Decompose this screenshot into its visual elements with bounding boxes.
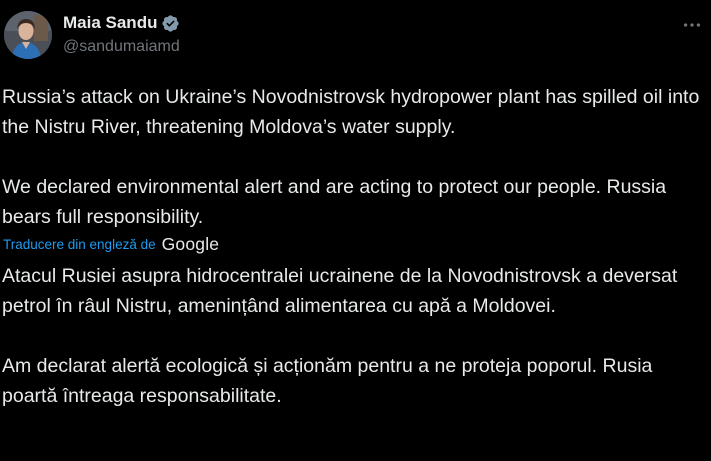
- profile-avatar[interactable]: [4, 11, 52, 59]
- author-name-row: Maia Sandu: [63, 11, 180, 35]
- more-options-icon[interactable]: [679, 12, 705, 38]
- translated-post-text: Atacul Rusiei asupra hidrocentralei ucra…: [2, 265, 678, 407]
- author-handle[interactable]: @sandumaiamd: [63, 38, 180, 56]
- google-logo: Google: [161, 233, 220, 254]
- post-container: Maia Sandu @sandumaiamd Russia’s attack …: [0, 0, 711, 461]
- translation-attribution[interactable]: Traducere din engleză de Google: [3, 234, 219, 254]
- verified-badge-icon[interactable]: [161, 14, 180, 33]
- translation-label[interactable]: Traducere din engleză de: [3, 237, 156, 252]
- post-text: Russia’s attack on Ukraine’s Novodnistro…: [2, 86, 700, 228]
- author-display-name[interactable]: Maia Sandu: [63, 13, 157, 33]
- author-block: Maia Sandu @sandumaiamd: [63, 11, 180, 56]
